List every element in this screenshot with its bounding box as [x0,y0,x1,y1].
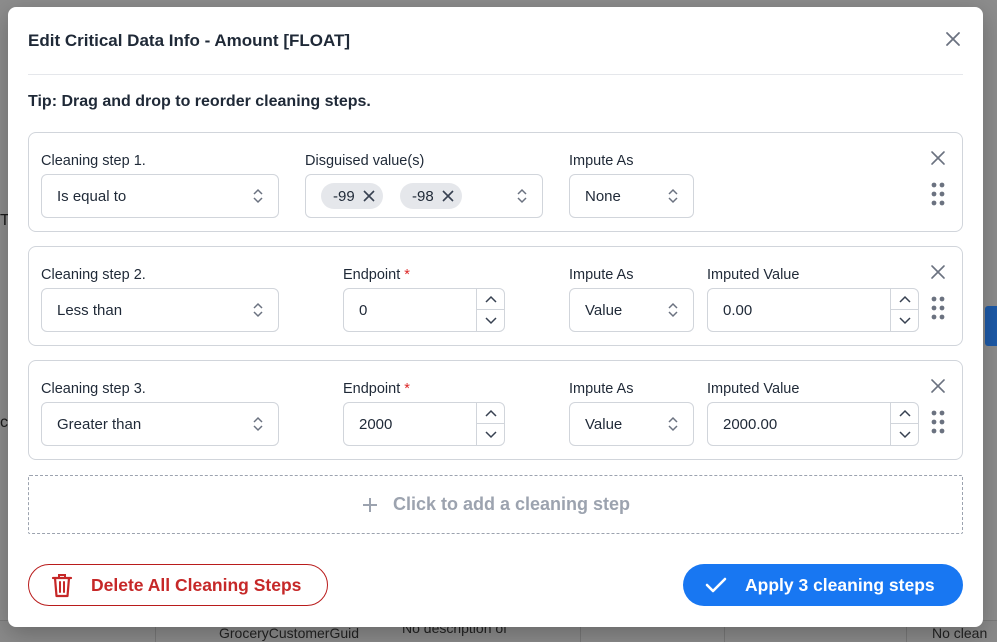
close-icon [946,32,960,46]
decrement-button[interactable] [891,310,918,331]
condition-value: Less than [57,302,123,319]
cleaning-step-2[interactable]: Cleaning step 2. Less than Endpoint * 0 … [28,246,963,346]
add-cleaning-step-button[interactable]: Click to add a cleaning step [28,475,963,534]
chevron-up-icon [484,409,497,417]
increment-button[interactable] [891,289,918,310]
drag-handle-icon[interactable] [931,296,945,320]
background-cell: GroceryCustomerGuid [219,625,360,641]
impute-as-label: Impute As [569,381,634,397]
impute-as-select[interactable]: None [569,174,694,218]
remove-step-icon[interactable] [930,378,946,394]
chip-label: -99 [333,187,355,205]
imputed-value-input[interactable]: 2000.00 [707,402,919,446]
delete-all-steps-button[interactable]: Delete All Cleaning Steps [28,564,328,606]
number-spinner [890,289,918,331]
number-spinner [890,403,918,445]
increment-button[interactable] [477,289,504,310]
decrement-button[interactable] [891,424,918,445]
edit-critical-data-modal: Edit Critical Data Info - Amount [FLOAT]… [8,7,983,627]
cleaning-step-3[interactable]: Cleaning step 3. Greater than Endpoint *… [28,360,963,460]
impute-as-select[interactable]: Value [569,288,694,332]
select-updown-icon [517,188,527,204]
condition-value: Greater than [57,416,142,433]
impute-as-value: Value [585,416,623,433]
imputed-value: 0.00 [723,302,753,319]
select-updown-icon [668,416,678,432]
apply-cleaning-steps-button[interactable]: Apply 3 cleaning steps [683,564,963,606]
chevron-up-icon [484,295,497,303]
impute-as-label: Impute As [569,267,634,283]
chevron-down-icon [484,316,497,324]
drag-handle-icon[interactable] [931,410,945,434]
select-updown-icon [253,302,263,318]
value-chip: -99 [321,183,383,209]
endpoint-value: 0 [359,302,368,319]
impute-as-value: None [585,188,621,205]
value-chip: -98 [400,183,462,209]
plus-icon [362,497,377,512]
endpoint-input[interactable]: 2000 [343,402,505,446]
required-marker: * [404,381,410,397]
chevron-down-icon [898,430,911,438]
chevron-up-icon [898,409,911,417]
trash-icon [51,574,73,598]
imputed-value-label: Imputed Value [707,381,800,397]
endpoint-label-text: Endpoint [343,381,401,397]
delete-all-label: Delete All Cleaning Steps [91,574,302,595]
chevron-up-icon [898,295,911,303]
increment-button[interactable] [891,403,918,424]
condition-value: Is equal to [57,188,127,205]
impute-as-value: Value [585,302,623,319]
condition-select[interactable]: Greater than [41,402,279,446]
select-updown-icon [253,416,263,432]
close-modal-button[interactable] [943,29,963,49]
check-icon [705,577,727,593]
step-label: Cleaning step 3. [41,381,146,397]
drag-handle-icon[interactable] [931,182,945,206]
endpoint-label: Endpoint * [343,267,410,283]
chevron-down-icon [484,430,497,438]
number-spinner [476,289,504,331]
number-spinner [476,403,504,445]
add-step-label: Click to add a cleaning step [392,494,631,514]
step-label: Cleaning step 2. [41,267,146,283]
remove-step-icon[interactable] [930,264,946,280]
disguised-values-multiselect[interactable]: -99 -98 [305,174,543,218]
remove-chip-icon[interactable] [442,190,454,202]
remove-step-icon[interactable] [930,150,946,166]
values-label: Disguised value(s) [305,153,425,169]
tip-text: Tip: Drag and drop to reorder cleaning s… [28,93,371,110]
decrement-button[interactable] [477,424,504,445]
step-label: Cleaning step 1. [41,153,146,169]
select-updown-icon [253,188,263,204]
increment-button[interactable] [477,403,504,424]
background-cell: No clean [932,625,988,641]
condition-select[interactable]: Less than [41,288,279,332]
modal-header: Edit Critical Data Info - Amount [FLOAT] [28,7,963,75]
select-updown-icon [668,302,678,318]
impute-as-select[interactable]: Value [569,402,694,446]
required-marker: * [404,267,410,283]
modal-title: Edit Critical Data Info - Amount [FLOAT] [28,31,351,50]
decrement-button[interactable] [477,310,504,331]
impute-as-label: Impute As [569,153,634,169]
imputed-value-input[interactable]: 0.00 [707,288,919,332]
chip-label: -98 [412,187,434,205]
endpoint-label-text: Endpoint [343,267,401,283]
imputed-value-label: Imputed Value [707,267,800,283]
endpoint-input[interactable]: 0 [343,288,505,332]
chevron-down-icon [898,316,911,324]
apply-label: Apply 3 cleaning steps [745,574,935,595]
endpoint-value: 2000 [359,416,393,433]
background-button-fragment [985,306,997,346]
condition-select[interactable]: Is equal to [41,174,279,218]
cleaning-step-1[interactable]: Cleaning step 1. Is equal to Disguised v… [28,132,963,232]
endpoint-label: Endpoint * [343,381,410,397]
remove-chip-icon[interactable] [363,190,375,202]
imputed-value: 2000.00 [723,416,778,433]
select-updown-icon [668,188,678,204]
